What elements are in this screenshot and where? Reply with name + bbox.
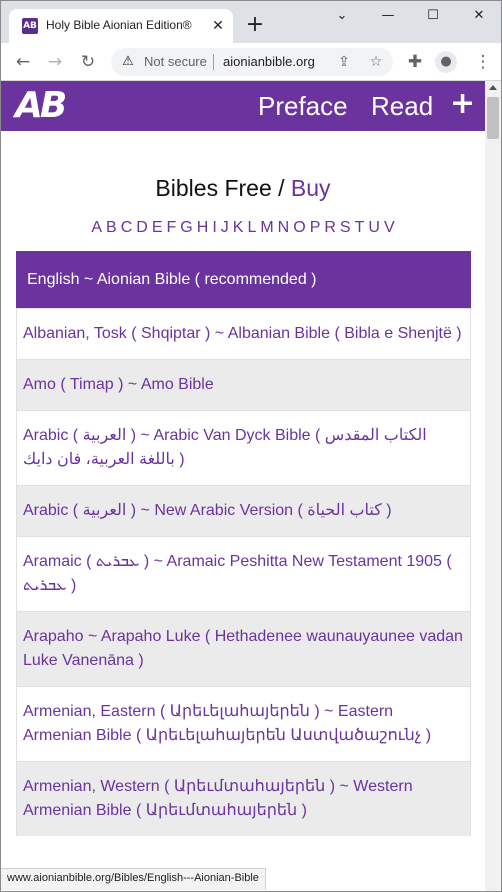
nav-read-link[interactable]: Read [371, 91, 433, 121]
letter-link[interactable]: T [353, 219, 367, 237]
bible-list-item[interactable]: Arabic ( العربية ) ~ New Arabic Version … [16, 485, 471, 536]
profile-icon[interactable]: ● [435, 51, 457, 73]
letter-link[interactable]: J [219, 219, 231, 237]
puzzle-icon[interactable]: ✚ [403, 50, 427, 74]
star-icon[interactable]: ☆ [366, 52, 386, 72]
bible-list-item[interactable]: Arabic ( العربية ) ~ Arabic Van Dyck Bib… [16, 410, 471, 485]
maximize-icon[interactable]: ☐ [418, 5, 448, 27]
browser-window: AB Holy Bible Aionian Edition® ✕ + ⌄ — ☐… [0, 0, 502, 892]
bible-list-item[interactable]: Arapaho ~ Arapaho Luke ( Hethadenee waun… [16, 611, 471, 686]
letter-link[interactable]: B [104, 219, 119, 237]
featured-bible-link[interactable]: English ~ Aionian Bible ( recommended ) [16, 251, 471, 308]
alphabet-index: ABCDEFGHIJKLMNOPRSTUV [1, 219, 485, 237]
bible-list: English ~ Aionian Bible ( recommended ) A… [16, 251, 471, 836]
tab-title: Holy Bible Aionian Edition® [46, 18, 192, 32]
letter-link[interactable]: C [119, 219, 135, 237]
letter-link[interactable]: V [382, 219, 397, 237]
page-viewport: AB Preface Read + Bibles Free / Buy ABCD… [1, 81, 501, 891]
kebab-menu-icon[interactable]: ⋮ [471, 50, 495, 74]
close-tab-icon[interactable]: ✕ [209, 17, 227, 35]
letter-link[interactable]: I [210, 219, 218, 237]
letter-link[interactable]: D [134, 219, 150, 237]
chevron-down-icon[interactable]: ⌄ [327, 5, 357, 27]
plus-icon[interactable]: + [450, 89, 475, 119]
bible-list-item[interactable]: Armenian, Eastern ( Արեւելահայերեն ) ~ E… [16, 686, 471, 761]
arrow-right-icon[interactable]: → [43, 50, 67, 74]
bible-list-item[interactable]: Albanian, Tosk ( Shqiptar ) ~ Albanian B… [16, 308, 471, 359]
letter-link[interactable]: U [366, 219, 382, 237]
url-text[interactable]: aionianbible.org [223, 54, 327, 69]
letter-link[interactable]: G [178, 219, 194, 237]
close-window-icon[interactable]: ✕ [464, 5, 494, 27]
letter-link[interactable]: P [308, 219, 323, 237]
address-separator [213, 54, 214, 70]
page-title: Bibles Free / Buy [1, 175, 485, 202]
bible-list-item[interactable]: Amo ( Timap ) ~ Amo Bible [16, 359, 471, 410]
new-tab-icon[interactable]: + [244, 14, 266, 36]
address-bar[interactable]: ⚠ Not secure aionianbible.org ⇪ ☆ [111, 48, 393, 76]
arrow-left-icon[interactable]: ← [11, 50, 35, 74]
letter-link[interactable]: F [165, 219, 179, 237]
site-logo[interactable]: AB [15, 85, 67, 127]
nav-preface-link[interactable]: Preface [258, 91, 348, 121]
reload-icon[interactable]: ↻ [76, 50, 100, 74]
bible-list-item[interactable]: Aramaic ( ܥܒܪܝܬ ) ~ Aramaic Peshitta New… [16, 536, 471, 611]
site-header: AB Preface Read + [1, 81, 485, 131]
letter-link[interactable]: E [150, 219, 165, 237]
bible-list-item[interactable]: Armenian, Western ( Արեւմտահայերեն ) ~ W… [16, 761, 471, 836]
headline-text: Bibles Free / [155, 175, 291, 201]
letter-link[interactable]: O [291, 219, 307, 237]
status-bar: www.aionianbible.org/Bibles/English---Ai… [1, 868, 266, 890]
warning-icon[interactable]: ⚠ [119, 53, 137, 71]
letter-link[interactable]: K [231, 219, 246, 237]
letter-link[interactable]: N [276, 219, 292, 237]
browser-toolbar: ← → ↻ ⚠ Not secure aionianbible.org ⇪ ☆ … [1, 43, 501, 81]
letter-link[interactable]: L [245, 219, 258, 237]
browser-tab[interactable]: AB Holy Bible Aionian Edition® ✕ [9, 9, 233, 43]
letter-link[interactable]: M [258, 219, 275, 237]
letter-link[interactable]: S [338, 219, 353, 237]
security-label[interactable]: Not secure [144, 54, 208, 69]
buy-link[interactable]: Buy [291, 175, 331, 201]
share-icon[interactable]: ⇪ [334, 52, 354, 72]
minimize-icon[interactable]: — [373, 5, 403, 27]
tab-strip: AB Holy Bible Aionian Edition® ✕ + ⌄ — ☐… [1, 1, 501, 43]
letter-link[interactable]: A [89, 219, 104, 237]
letter-link[interactable]: H [195, 219, 211, 237]
page-scrollbar[interactable] [485, 81, 501, 891]
scroll-up-arrow-icon[interactable] [489, 85, 497, 90]
site-favicon: AB [22, 18, 38, 34]
letter-link[interactable]: R [322, 219, 338, 237]
scroll-thumb[interactable] [487, 97, 499, 139]
